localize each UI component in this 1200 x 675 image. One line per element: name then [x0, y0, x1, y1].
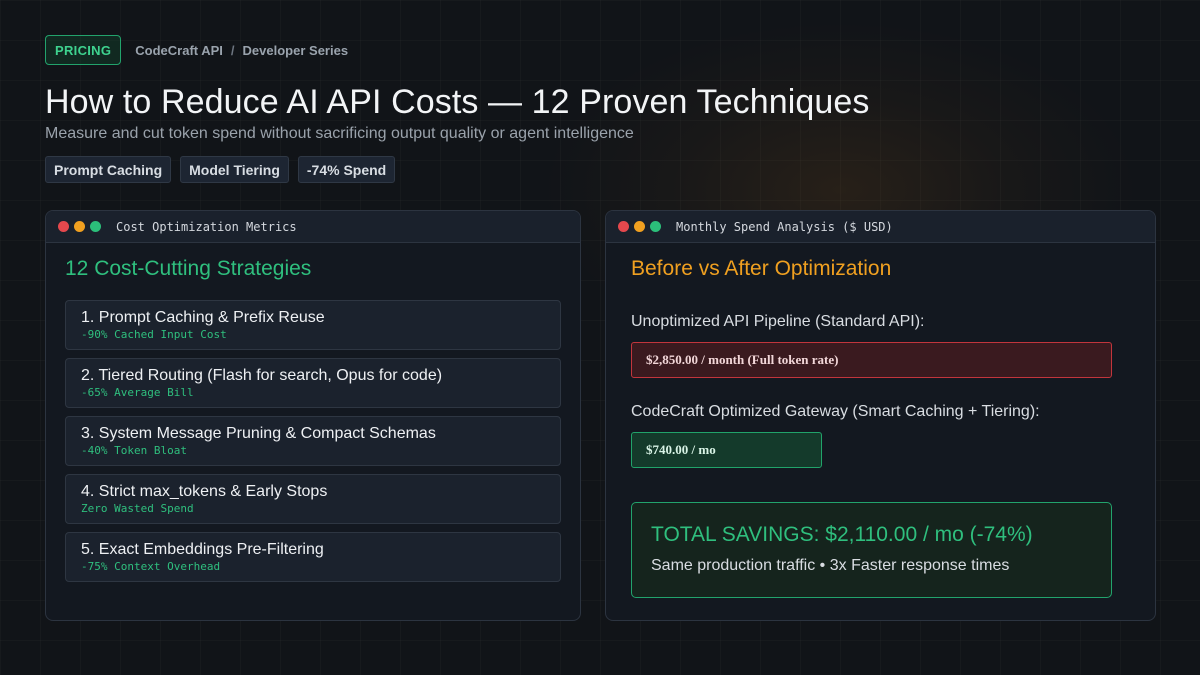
spend-analysis-panel: Monthly Spend Analysis ($ USD) Before vs… — [605, 210, 1156, 621]
strategy-title: 5. Exact Embeddings Pre-Filtering — [81, 541, 324, 558]
window-maximize-dot-icon[interactable] — [90, 221, 101, 232]
strategy-metric: -65% Average Bill — [81, 386, 194, 399]
tag-prompt-caching[interactable]: Prompt Caching — [45, 156, 172, 183]
strategy-title: 4. Strict max_tokens & Early Stops — [81, 483, 328, 500]
strategy-list: 1. Prompt Caching & Prefix Reuse -90% Ca… — [65, 300, 561, 582]
strategy-metric: -90% Cached Input Cost — [81, 328, 227, 341]
after-label: CodeCraft Optimized Gateway (Smart Cachi… — [631, 403, 1040, 420]
strategy-metric: Zero Wasted Spend — [81, 502, 194, 515]
window-maximize-dot-icon[interactable] — [650, 221, 661, 232]
page-subtitle: Measure and cut token spend without sacr… — [45, 125, 634, 142]
strategy-item[interactable]: 3. System Message Pruning & Compact Sche… — [65, 416, 561, 466]
window-minimize-dot-icon[interactable] — [74, 221, 85, 232]
tag-list: Prompt Caching Model Tiering -74% Spend — [45, 156, 1155, 183]
strategy-item[interactable]: 2. Tiered Routing (Flash for search, Opu… — [65, 358, 561, 408]
breadcrumb-item-product[interactable]: CodeCraft API — [135, 43, 223, 58]
header-top-row: PRICING CodeCraft API / Developer Series — [45, 35, 1155, 65]
strategy-metric: -40% Token Bloat — [81, 444, 187, 457]
savings-title: TOTAL SAVINGS: $2,110.00 / mo (-74%) — [651, 523, 1033, 546]
before-label: Unoptimized API Pipeline (Standard API): — [631, 313, 925, 330]
panel-window-title: Cost Optimization Metrics — [116, 219, 297, 234]
strategy-item[interactable]: 4. Strict max_tokens & Early Stops Zero … — [65, 474, 561, 524]
panel-body: 12 Cost-Cutting Strategies 1. Prompt Cac… — [46, 243, 580, 582]
comparison-heading: Before vs After Optimization — [631, 257, 892, 280]
page-title: How to Reduce AI API Costs — 12 Proven T… — [45, 83, 870, 121]
tag-spend-reduction[interactable]: -74% Spend — [297, 156, 396, 183]
strategy-item[interactable]: 1. Prompt Caching & Prefix Reuse -90% Ca… — [65, 300, 561, 350]
window-minimize-dot-icon[interactable] — [634, 221, 645, 232]
after-cost-bar: $740.00 / mo — [631, 432, 822, 468]
strategies-heading: 12 Cost-Cutting Strategies — [65, 257, 312, 280]
pricing-badge: PRICING — [45, 35, 122, 65]
breadcrumb-item-series[interactable]: Developer Series — [243, 43, 349, 58]
before-cost-bar: $2,850.00 / month (Full token rate) — [631, 342, 1112, 378]
panel-body: Before vs After Optimization Unoptimized… — [606, 243, 1155, 598]
strategy-title: 1. Prompt Caching & Prefix Reuse — [81, 309, 325, 326]
window-close-dot-icon[interactable] — [618, 221, 629, 232]
savings-callout: TOTAL SAVINGS: $2,110.00 / mo (-74%) Sam… — [631, 502, 1112, 598]
panel-titlebar: Monthly Spend Analysis ($ USD) — [606, 211, 1155, 243]
window-close-dot-icon[interactable] — [58, 221, 69, 232]
cost-metrics-panel: Cost Optimization Metrics 12 Cost-Cuttin… — [45, 210, 581, 621]
strategy-metric: -75% Context Overhead — [81, 560, 221, 573]
savings-note: Same production traffic • 3x Faster resp… — [651, 557, 1010, 574]
panel-window-title: Monthly Spend Analysis ($ USD) — [676, 219, 893, 234]
page-header: PRICING CodeCraft API / Developer Series… — [45, 35, 1155, 183]
strategy-title: 2. Tiered Routing (Flash for search, Opu… — [81, 367, 443, 384]
tag-model-tiering[interactable]: Model Tiering — [180, 156, 289, 183]
panel-titlebar: Cost Optimization Metrics — [46, 211, 580, 243]
strategy-title: 3. System Message Pruning & Compact Sche… — [81, 425, 436, 442]
breadcrumb-separator: / — [230, 42, 235, 58]
breadcrumb: CodeCraft API / Developer Series — [135, 43, 348, 58]
strategy-item[interactable]: 5. Exact Embeddings Pre-Filtering -75% C… — [65, 532, 561, 582]
